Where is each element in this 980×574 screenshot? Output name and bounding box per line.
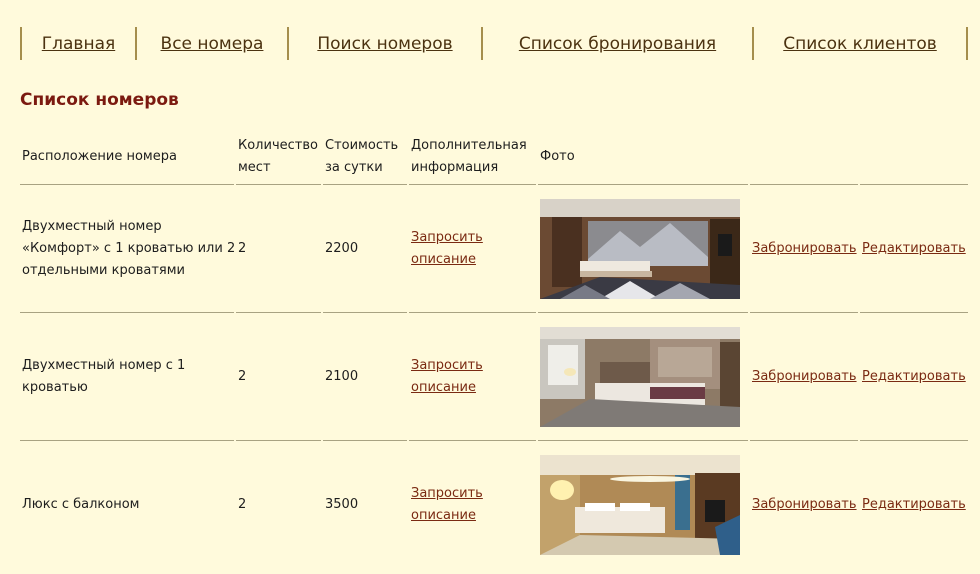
edit-link[interactable]: Редактировать <box>862 497 966 512</box>
nav-link-clients-list[interactable]: Список клиентов <box>783 34 937 54</box>
nav-link-home[interactable]: Главная <box>42 34 115 54</box>
room-location: Люкс с балконом <box>20 494 236 516</box>
edit-cell: Редактировать <box>860 238 970 260</box>
room-location-line: отдельными кроватями <box>22 263 185 278</box>
room-location-line: «Комфорт» с 1 кроватью или 2 <box>22 241 236 256</box>
book-cell: Забронировать <box>750 238 860 260</box>
request-description-line2[interactable]: описание <box>411 508 476 523</box>
room-seats: 2 <box>238 241 247 256</box>
room-location-line: кроватью <box>22 380 88 395</box>
table-header-row: Расположение номера Количество мест Стои… <box>20 130 970 184</box>
request-description-link[interactable]: Запросить описание <box>409 483 538 527</box>
edit-link[interactable]: Редактировать <box>862 241 966 256</box>
room-seats: 2 <box>238 369 247 384</box>
header-seats-line1: Количество <box>238 138 318 153</box>
request-description-line2[interactable]: описание <box>411 252 476 267</box>
room-price: 3500 <box>325 497 359 512</box>
request-description-link[interactable]: Запросить описание <box>409 227 538 271</box>
nav-link-search-rooms[interactable]: Поиск номеров <box>317 34 452 54</box>
room-photo-lux <box>540 455 740 555</box>
table-row: Люкс с балконом 2 3500 Запросить описани… <box>20 442 970 568</box>
nav-item-home: Главная <box>20 27 135 60</box>
request-description-line1[interactable]: Запросить <box>411 358 483 373</box>
header-photo: Фото <box>540 149 575 164</box>
edit-link[interactable]: Редактировать <box>862 369 966 384</box>
rooms-table: Расположение номера Количество мест Стои… <box>20 130 970 568</box>
nav-item-search-rooms: Поиск номеров <box>287 27 481 60</box>
edit-cell: Редактировать <box>860 494 970 516</box>
book-cell: Забронировать <box>750 494 860 516</box>
room-location-line: Двухместный номер <box>22 219 162 234</box>
edit-cell: Редактировать <box>860 366 970 388</box>
header-seats-line2: мест <box>238 160 271 175</box>
request-description-line1[interactable]: Запросить <box>411 230 483 245</box>
nav-item-all-rooms: Все номера <box>135 27 287 60</box>
book-link[interactable]: Забронировать <box>752 497 857 512</box>
header-price-line1: Стоимость <box>325 138 399 153</box>
page-title: Список номеров <box>20 90 179 110</box>
header-price: Стоимость за сутки <box>323 135 409 179</box>
nav-link-booking-list[interactable]: Список бронирования <box>519 34 716 54</box>
book-cell: Забронировать <box>750 366 860 388</box>
request-description-link[interactable]: Запросить описание <box>409 355 538 399</box>
header-seats: Количество мест <box>236 135 323 179</box>
room-photo-cell <box>538 327 750 427</box>
room-seats: 2 <box>238 497 247 512</box>
room-location-line: Двухместный номер с 1 <box>22 358 186 373</box>
header-info-line2: информация <box>411 160 499 175</box>
room-price: 2200 <box>325 241 359 256</box>
room-photo-cell <box>538 199 750 299</box>
room-location-line: Люкс с балконом <box>22 497 140 512</box>
header-info-line1: Дополнительная <box>411 138 527 153</box>
room-location: Двухместный номер с 1 кроватью <box>20 355 236 399</box>
room-location: Двухместный номер «Комфорт» с 1 кроватью… <box>20 216 236 282</box>
request-description-line1[interactable]: Запросить <box>411 486 483 501</box>
top-navigation: Главная Все номера Поиск номеров Список … <box>20 27 968 60</box>
nav-link-all-rooms[interactable]: Все номера <box>161 34 264 54</box>
request-description-line2[interactable]: описание <box>411 380 476 395</box>
table-row: Двухместный номер с 1 кроватью 2 2100 За… <box>20 314 970 440</box>
header-location: Расположение номера <box>22 149 177 164</box>
header-info: Дополнительная информация <box>409 135 538 179</box>
table-row: Двухместный номер «Комфорт» с 1 кроватью… <box>20 186 970 312</box>
room-photo-comfort <box>540 199 740 299</box>
room-price: 2100 <box>325 369 359 384</box>
nav-item-booking-list: Список бронирования <box>481 27 752 60</box>
book-link[interactable]: Забронировать <box>752 369 857 384</box>
room-photo-cell <box>538 455 750 555</box>
nav-item-clients-list: Список клиентов <box>752 27 968 60</box>
room-photo-double <box>540 327 740 427</box>
book-link[interactable]: Забронировать <box>752 241 857 256</box>
header-price-line2: за сутки <box>325 160 383 175</box>
